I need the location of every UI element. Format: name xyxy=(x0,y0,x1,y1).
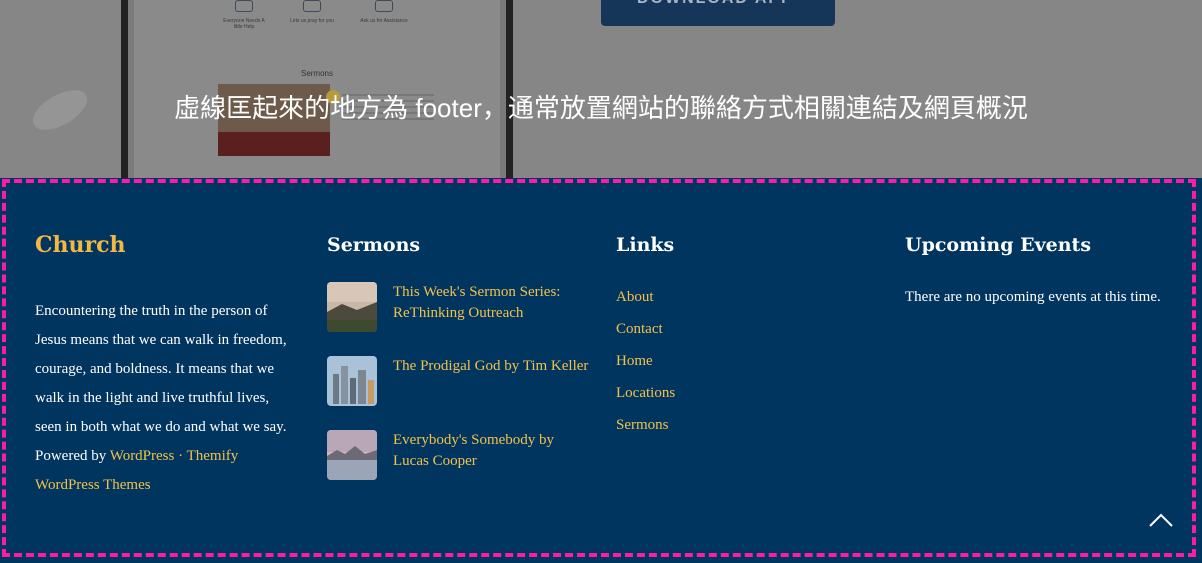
pray-label: Lets us pray for you xyxy=(290,18,334,24)
hero-preview: Everyone Needs A little Help Lets us pra… xyxy=(0,0,1202,180)
assistance-icon-tile: Ask us for Assistance xyxy=(360,0,408,24)
footer-highlight-frame xyxy=(2,179,1196,557)
phone-sermons-label: Sermons xyxy=(300,69,333,78)
annotation-text: 虛線匡起來的地方為 footer，通常放置網站的聯絡方式相關連結及網頁概況 xyxy=(174,93,1028,123)
phone-sermon-card-2 xyxy=(218,132,330,156)
download-app-button[interactable]: DOWNLOAD APP xyxy=(601,0,835,26)
download-app-label: DOWNLOAD APP xyxy=(637,0,794,8)
help-icon-tile: Everyone Needs A little Help xyxy=(220,0,268,30)
help-label: Everyone Needs A little Help xyxy=(223,18,265,30)
pray-icon-tile: Lets us pray for you xyxy=(288,0,336,24)
assistance-label: Ask us for Assistance xyxy=(360,18,408,24)
